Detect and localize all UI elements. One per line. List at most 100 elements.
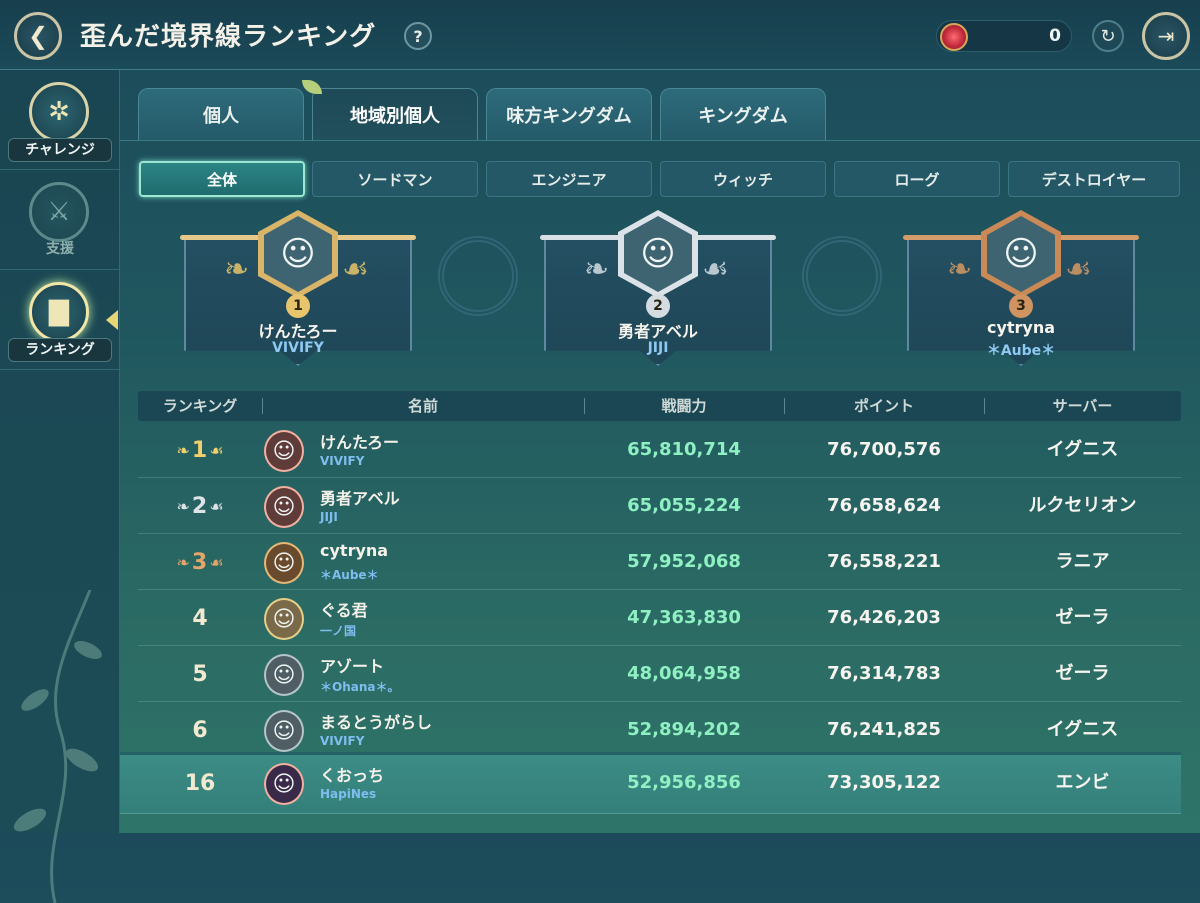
avatar: ☺ xyxy=(264,430,304,472)
points: 76,558,221 xyxy=(827,551,941,572)
filter-witch[interactable]: ウィッチ xyxy=(660,161,826,197)
rank-cell: ❧ 2 ☙ xyxy=(168,478,232,534)
player-name: アゾート xyxy=(320,657,385,676)
refresh-button[interactable]: ↻ xyxy=(1092,20,1124,52)
character-portrait-icon: ☺ xyxy=(272,550,296,576)
points: 76,241,825 xyxy=(827,719,941,740)
laurel-icon: ❧ xyxy=(176,496,190,516)
laurel-icon: ❧ xyxy=(176,552,190,572)
sidebar-item-label: チャレンジ xyxy=(8,138,112,162)
character-portrait-icon: ☺ xyxy=(272,438,296,464)
exit-button[interactable]: ⇥ xyxy=(1142,12,1190,60)
podium-guild-name: JIJI xyxy=(647,340,669,356)
rank-number: 3 xyxy=(191,549,208,575)
guild-name: HapiNes xyxy=(320,787,377,801)
character-portrait-icon: ☺ xyxy=(272,771,296,797)
column-header-points: ポイント xyxy=(853,397,914,415)
tab-kingdom[interactable]: キングダム xyxy=(660,88,826,140)
back-arrow-icon: ❮ xyxy=(27,22,49,50)
rank-cell: 6 xyxy=(168,702,232,758)
guild-name: VIVIFY xyxy=(320,734,365,748)
points: 76,426,203 xyxy=(827,607,941,628)
character-portrait-icon: ☺ xyxy=(272,494,296,520)
back-button[interactable]: ❮ xyxy=(14,12,62,60)
podium-icon: ▇ xyxy=(29,282,89,342)
filter-destroyer[interactable]: デストロイヤー xyxy=(1008,161,1180,197)
server: エンビ xyxy=(1055,772,1110,793)
rank-cell: 4 xyxy=(168,590,232,646)
celtic-knot-decoration xyxy=(438,236,518,316)
character-portrait-icon: ☺ xyxy=(987,216,1055,292)
avatar: ☺ xyxy=(264,542,304,584)
heart-gem-icon xyxy=(940,23,968,51)
points: 76,658,624 xyxy=(827,495,941,516)
combat-power: 47,363,830 xyxy=(627,607,741,628)
combat-power: 52,894,202 xyxy=(627,719,741,740)
laurel-icon: ☙ xyxy=(209,496,224,516)
sidebar-item-label: 支援 xyxy=(46,241,74,257)
sidebar-item-support[interactable]: ⚔ 支援 xyxy=(0,170,120,270)
server: イグニス xyxy=(1046,439,1119,460)
avatar: ☺ xyxy=(264,486,304,528)
currency-display: 0 xyxy=(936,20,1072,52)
character-portrait-icon: ☺ xyxy=(264,216,332,292)
tab-regional-individual[interactable]: 地域別個人 xyxy=(312,88,478,140)
sidebar-item-ranking[interactable]: ▇ ランキング xyxy=(0,270,120,370)
compass-icon: ✲ xyxy=(29,82,89,142)
rank-cell: ❧ 3 ☙ xyxy=(168,534,232,590)
sidebar: ✲ チャレンジ ⚔ 支援 ▇ ランキング xyxy=(0,70,120,903)
tabs-divider xyxy=(120,140,1200,141)
currency-value: 0 xyxy=(1049,26,1061,46)
player-name: くおっち xyxy=(320,766,385,785)
help-button[interactable]: ? xyxy=(404,22,432,50)
server: ゼーラ xyxy=(1055,663,1110,684)
combat-power: 57,952,068 xyxy=(627,551,741,572)
column-header-power: 戦闘力 xyxy=(661,397,707,415)
rank-number: 6 xyxy=(192,717,208,743)
points: 73,305,122 xyxy=(827,772,941,793)
combat-power: 52,956,856 xyxy=(627,772,741,793)
sidebar-item-challenge[interactable]: ✲ チャレンジ xyxy=(0,70,120,170)
filter-rogue[interactable]: ローグ xyxy=(834,161,1000,197)
character-portrait-icon: ☺ xyxy=(272,718,296,744)
server: ルクセリオン xyxy=(1028,495,1137,516)
celtic-knot-decoration xyxy=(802,236,882,316)
my-ranking-row[interactable]: 16 ☺ くおっち HapiNes 52,956,856 73,305,122 … xyxy=(120,752,1181,814)
table-row[interactable]: ❧ 3 ☙ ☺ cytryna ＊Aube＊ 57,952,068 76,558,2… xyxy=(138,534,1181,590)
table-row[interactable]: ❧ 1 ☙ ☺ けんたろー VIVIFY 65,810,714 76,700,576… xyxy=(138,422,1181,478)
player-name: まるとうがらし xyxy=(320,713,433,732)
filter-all[interactable]: 全体 xyxy=(139,161,305,197)
rank-cell: ❧ 1 ☙ xyxy=(168,422,232,478)
guild-name: JIJI xyxy=(320,510,338,524)
points: 76,314,783 xyxy=(827,663,941,684)
filter-engineer[interactable]: エンジニア xyxy=(486,161,652,197)
podium-second[interactable]: ❧ ☙ ☺ 2 勇者アベル JIJI xyxy=(540,210,776,370)
server: イグニス xyxy=(1046,719,1119,740)
filter-swordman[interactable]: ソードマン xyxy=(312,161,478,197)
combat-power: 48,064,958 xyxy=(627,663,741,684)
podium-guild-name: VIVIFY xyxy=(272,340,324,356)
character-portrait-icon: ☺ xyxy=(272,606,296,632)
table-row[interactable]: 4 ☺ ぐる君 一ノ国 47,363,830 76,426,203 ゼーラ xyxy=(138,590,1181,646)
podium-guild-name: ＊Aube＊ xyxy=(986,343,1056,359)
rank-number: 16 xyxy=(184,770,216,796)
character-portrait-icon: ☺ xyxy=(272,662,296,688)
column-header-rank: ランキング xyxy=(162,397,238,415)
avatar: ☺ xyxy=(264,654,304,696)
tab-individual[interactable]: 個人 xyxy=(138,88,304,140)
table-row[interactable]: 6 ☺ まるとうがらし VIVIFY 52,894,202 76,241,825… xyxy=(138,702,1181,758)
table-row[interactable]: 5 ☺ アゾート ＊Ohana＊。 48,064,958 76,314,783 … xyxy=(138,646,1181,702)
guild-name: ＊Aube＊ xyxy=(320,568,379,582)
combat-power: 65,810,714 xyxy=(627,439,741,460)
rank-cell: 5 xyxy=(168,646,232,702)
server: ラニア xyxy=(1055,551,1110,572)
podium-third[interactable]: ❧ ☙ ☺ 3 cytryna ＊Aube＊ xyxy=(903,210,1139,370)
leaf-decoration xyxy=(302,80,322,94)
podium-first[interactable]: ❧ ☙ ☺ 1 けんたろー VIVIFY xyxy=(180,210,416,370)
player-name: けんたろー xyxy=(320,433,400,452)
rank-medal: 2 xyxy=(646,294,670,318)
points: 76,700,576 xyxy=(827,439,941,460)
table-row[interactable]: ❧ 2 ☙ ☺ 勇者アベル JIJI 65,055,224 76,658,624 ル… xyxy=(138,478,1181,534)
tab-ally-kingdom[interactable]: 味方キングダム xyxy=(486,88,652,140)
refresh-icon: ↻ xyxy=(1100,25,1116,47)
